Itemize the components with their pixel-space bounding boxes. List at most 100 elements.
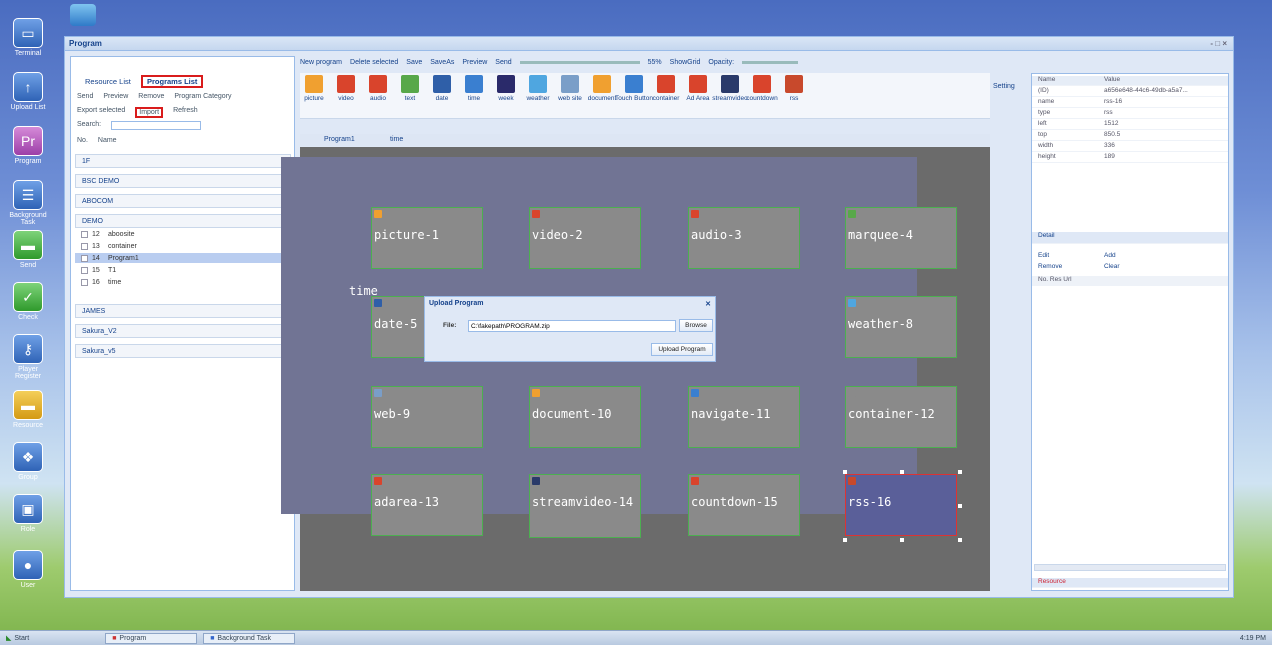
region-video[interactable]: video-2 bbox=[529, 207, 641, 269]
prop-header-value: Value bbox=[1104, 76, 1121, 83]
desktop-icon-resource[interactable]: ▬ Resource bbox=[6, 390, 50, 429]
preview-button[interactable]: Preview bbox=[103, 93, 128, 100]
taskbar-item-program[interactable]: ■ Program bbox=[105, 632, 198, 644]
close-icon[interactable]: ✕ bbox=[705, 300, 711, 308]
list-item[interactable]: 13 container bbox=[75, 241, 291, 251]
resource-footer[interactable]: Resource bbox=[1032, 578, 1104, 587]
region-adarea[interactable]: adarea-13 bbox=[371, 474, 483, 536]
import-button[interactable]: Import bbox=[135, 107, 164, 118]
desktop-icon-terminal[interactable]: ▭ Terminal bbox=[6, 18, 50, 57]
checkbox[interactable] bbox=[81, 242, 88, 250]
horizontal-scrollbar[interactable] bbox=[1034, 564, 1226, 571]
search-input[interactable] bbox=[111, 121, 202, 130]
saveas-button[interactable]: SaveAs bbox=[430, 59, 454, 66]
group-icon: ❖ bbox=[13, 442, 43, 472]
date-icon bbox=[433, 75, 451, 93]
export-selected-button[interactable]: Export selected bbox=[77, 107, 125, 118]
program-category-button[interactable]: Program Category bbox=[174, 93, 231, 100]
send-button[interactable]: Send bbox=[77, 93, 93, 100]
showgrid-checkbox[interactable]: ShowGrid bbox=[670, 59, 701, 66]
region-web[interactable]: web-9 bbox=[371, 386, 483, 448]
checkbox[interactable] bbox=[81, 254, 88, 262]
desktop-icon-check[interactable]: ✓ Check bbox=[6, 282, 50, 321]
region-audio[interactable]: audio-3 bbox=[688, 207, 800, 269]
edit-button[interactable]: Edit bbox=[1032, 252, 1104, 262]
taskbar-item-background-task[interactable]: ■ Background Task bbox=[203, 632, 296, 644]
resize-handle[interactable] bbox=[900, 538, 904, 542]
save-button[interactable]: Save bbox=[406, 59, 422, 66]
prop-row[interactable]: (ID) a656e648-44c6-49db-a5a7... bbox=[1032, 87, 1228, 97]
list-item[interactable]: 15 T1 bbox=[75, 265, 291, 275]
desktop-icon-group[interactable]: ❖ Group bbox=[6, 442, 50, 481]
resize-handle[interactable] bbox=[958, 470, 962, 474]
remove-detail-button[interactable]: Remove bbox=[1032, 263, 1104, 273]
prop-header-name[interactable]: Name bbox=[1032, 76, 1104, 85]
preview-program-button[interactable]: Preview bbox=[462, 59, 487, 66]
window-controls[interactable]: - □ × bbox=[1210, 39, 1227, 48]
prop-row[interactable]: name rss-16 bbox=[1032, 98, 1228, 108]
desktop-icon-upload-list[interactable]: ↑ Upload List bbox=[6, 72, 50, 111]
desktop-icon-player-register[interactable]: ⚷ Player Register bbox=[6, 334, 50, 380]
group-row[interactable]: Sakura_v5 bbox=[75, 344, 291, 358]
region-rss-selected[interactable]: rss-16 bbox=[845, 474, 957, 536]
list-item[interactable]: 12 aboosite bbox=[75, 229, 291, 239]
region-document[interactable]: document-10 bbox=[529, 386, 641, 448]
tab-programs-list[interactable]: Programs List bbox=[141, 75, 204, 88]
clear-button[interactable]: Clear bbox=[1104, 263, 1228, 273]
checkbox[interactable] bbox=[81, 230, 88, 238]
region-weather[interactable]: weather-8 bbox=[845, 296, 957, 358]
group-row[interactable]: ABOCOM bbox=[75, 194, 291, 208]
prop-row[interactable]: width 336 bbox=[1032, 142, 1228, 152]
resize-handle[interactable] bbox=[958, 504, 962, 508]
group-row[interactable]: 1F bbox=[75, 154, 291, 168]
upload-program-button[interactable]: Upload Program bbox=[651, 343, 713, 356]
region-container[interactable]: container-12 bbox=[845, 386, 957, 448]
region-countdown[interactable]: countdown-15 bbox=[688, 474, 800, 536]
start-button[interactable]: ◣ Start bbox=[0, 633, 35, 644]
send-program-button[interactable]: Send bbox=[495, 59, 511, 66]
weather-icon bbox=[848, 299, 856, 307]
desktop-icon-user[interactable]: ● User bbox=[6, 550, 50, 589]
resize-handle[interactable] bbox=[843, 538, 847, 542]
list-item[interactable]: 16 time bbox=[75, 277, 291, 287]
region-marquee[interactable]: marquee-4 bbox=[845, 207, 957, 269]
column-name[interactable]: Name bbox=[98, 137, 117, 144]
resize-handle[interactable] bbox=[958, 538, 962, 542]
resize-handle[interactable] bbox=[843, 470, 847, 474]
group-row[interactable]: DEMO bbox=[75, 214, 291, 228]
group-row[interactable]: BSC DEMO bbox=[75, 174, 291, 188]
delete-selected-button[interactable]: Delete selected bbox=[350, 59, 398, 66]
list-item-selected[interactable]: 14 Program1 bbox=[75, 253, 291, 263]
prop-row[interactable]: height 189 bbox=[1032, 153, 1228, 163]
zoom-slider[interactable] bbox=[519, 60, 640, 64]
opacity-slider[interactable] bbox=[742, 60, 799, 64]
tab-time[interactable]: time bbox=[390, 136, 403, 143]
browse-button[interactable]: Browse bbox=[679, 319, 713, 332]
group-row[interactable]: Sakura_V2 bbox=[75, 324, 291, 338]
group-row[interactable]: JAMES bbox=[75, 304, 291, 318]
resize-handle[interactable] bbox=[900, 470, 904, 474]
column-no[interactable]: No. bbox=[77, 137, 88, 144]
new-program-button[interactable]: New program bbox=[300, 59, 342, 66]
tool-rss[interactable]: rss bbox=[774, 75, 814, 102]
tab-resource-list[interactable]: Resource List bbox=[81, 75, 135, 88]
refresh-button[interactable]: Refresh bbox=[173, 107, 198, 118]
region-navigate[interactable]: navigate-11 bbox=[688, 386, 800, 448]
file-path-input[interactable] bbox=[468, 320, 676, 332]
prop-row[interactable]: top 850.5 bbox=[1032, 131, 1228, 141]
desktop-icon-program[interactable]: Pr Program bbox=[6, 126, 50, 165]
checkbox[interactable] bbox=[81, 278, 88, 286]
role-icon: ▣ bbox=[13, 494, 43, 524]
prop-row[interactable]: left 1512 bbox=[1032, 120, 1228, 130]
region-picture[interactable]: picture-1 bbox=[371, 207, 483, 269]
desktop-icon-role[interactable]: ▣ Role bbox=[6, 494, 50, 533]
checkbox[interactable] bbox=[81, 266, 88, 274]
tab-program1[interactable]: Program1 bbox=[324, 136, 355, 143]
setting-button[interactable]: Setting bbox=[993, 83, 1015, 90]
region-streamvideo[interactable]: streamvideo-14 bbox=[529, 474, 641, 538]
remove-button[interactable]: Remove bbox=[138, 93, 164, 100]
desktop-icon-send[interactable]: ▬ Send bbox=[6, 230, 50, 269]
prop-row[interactable]: type rss bbox=[1032, 109, 1228, 119]
add-button[interactable]: Add bbox=[1104, 252, 1228, 262]
desktop-icon-background-task[interactable]: ☰ Background Task bbox=[6, 180, 50, 226]
